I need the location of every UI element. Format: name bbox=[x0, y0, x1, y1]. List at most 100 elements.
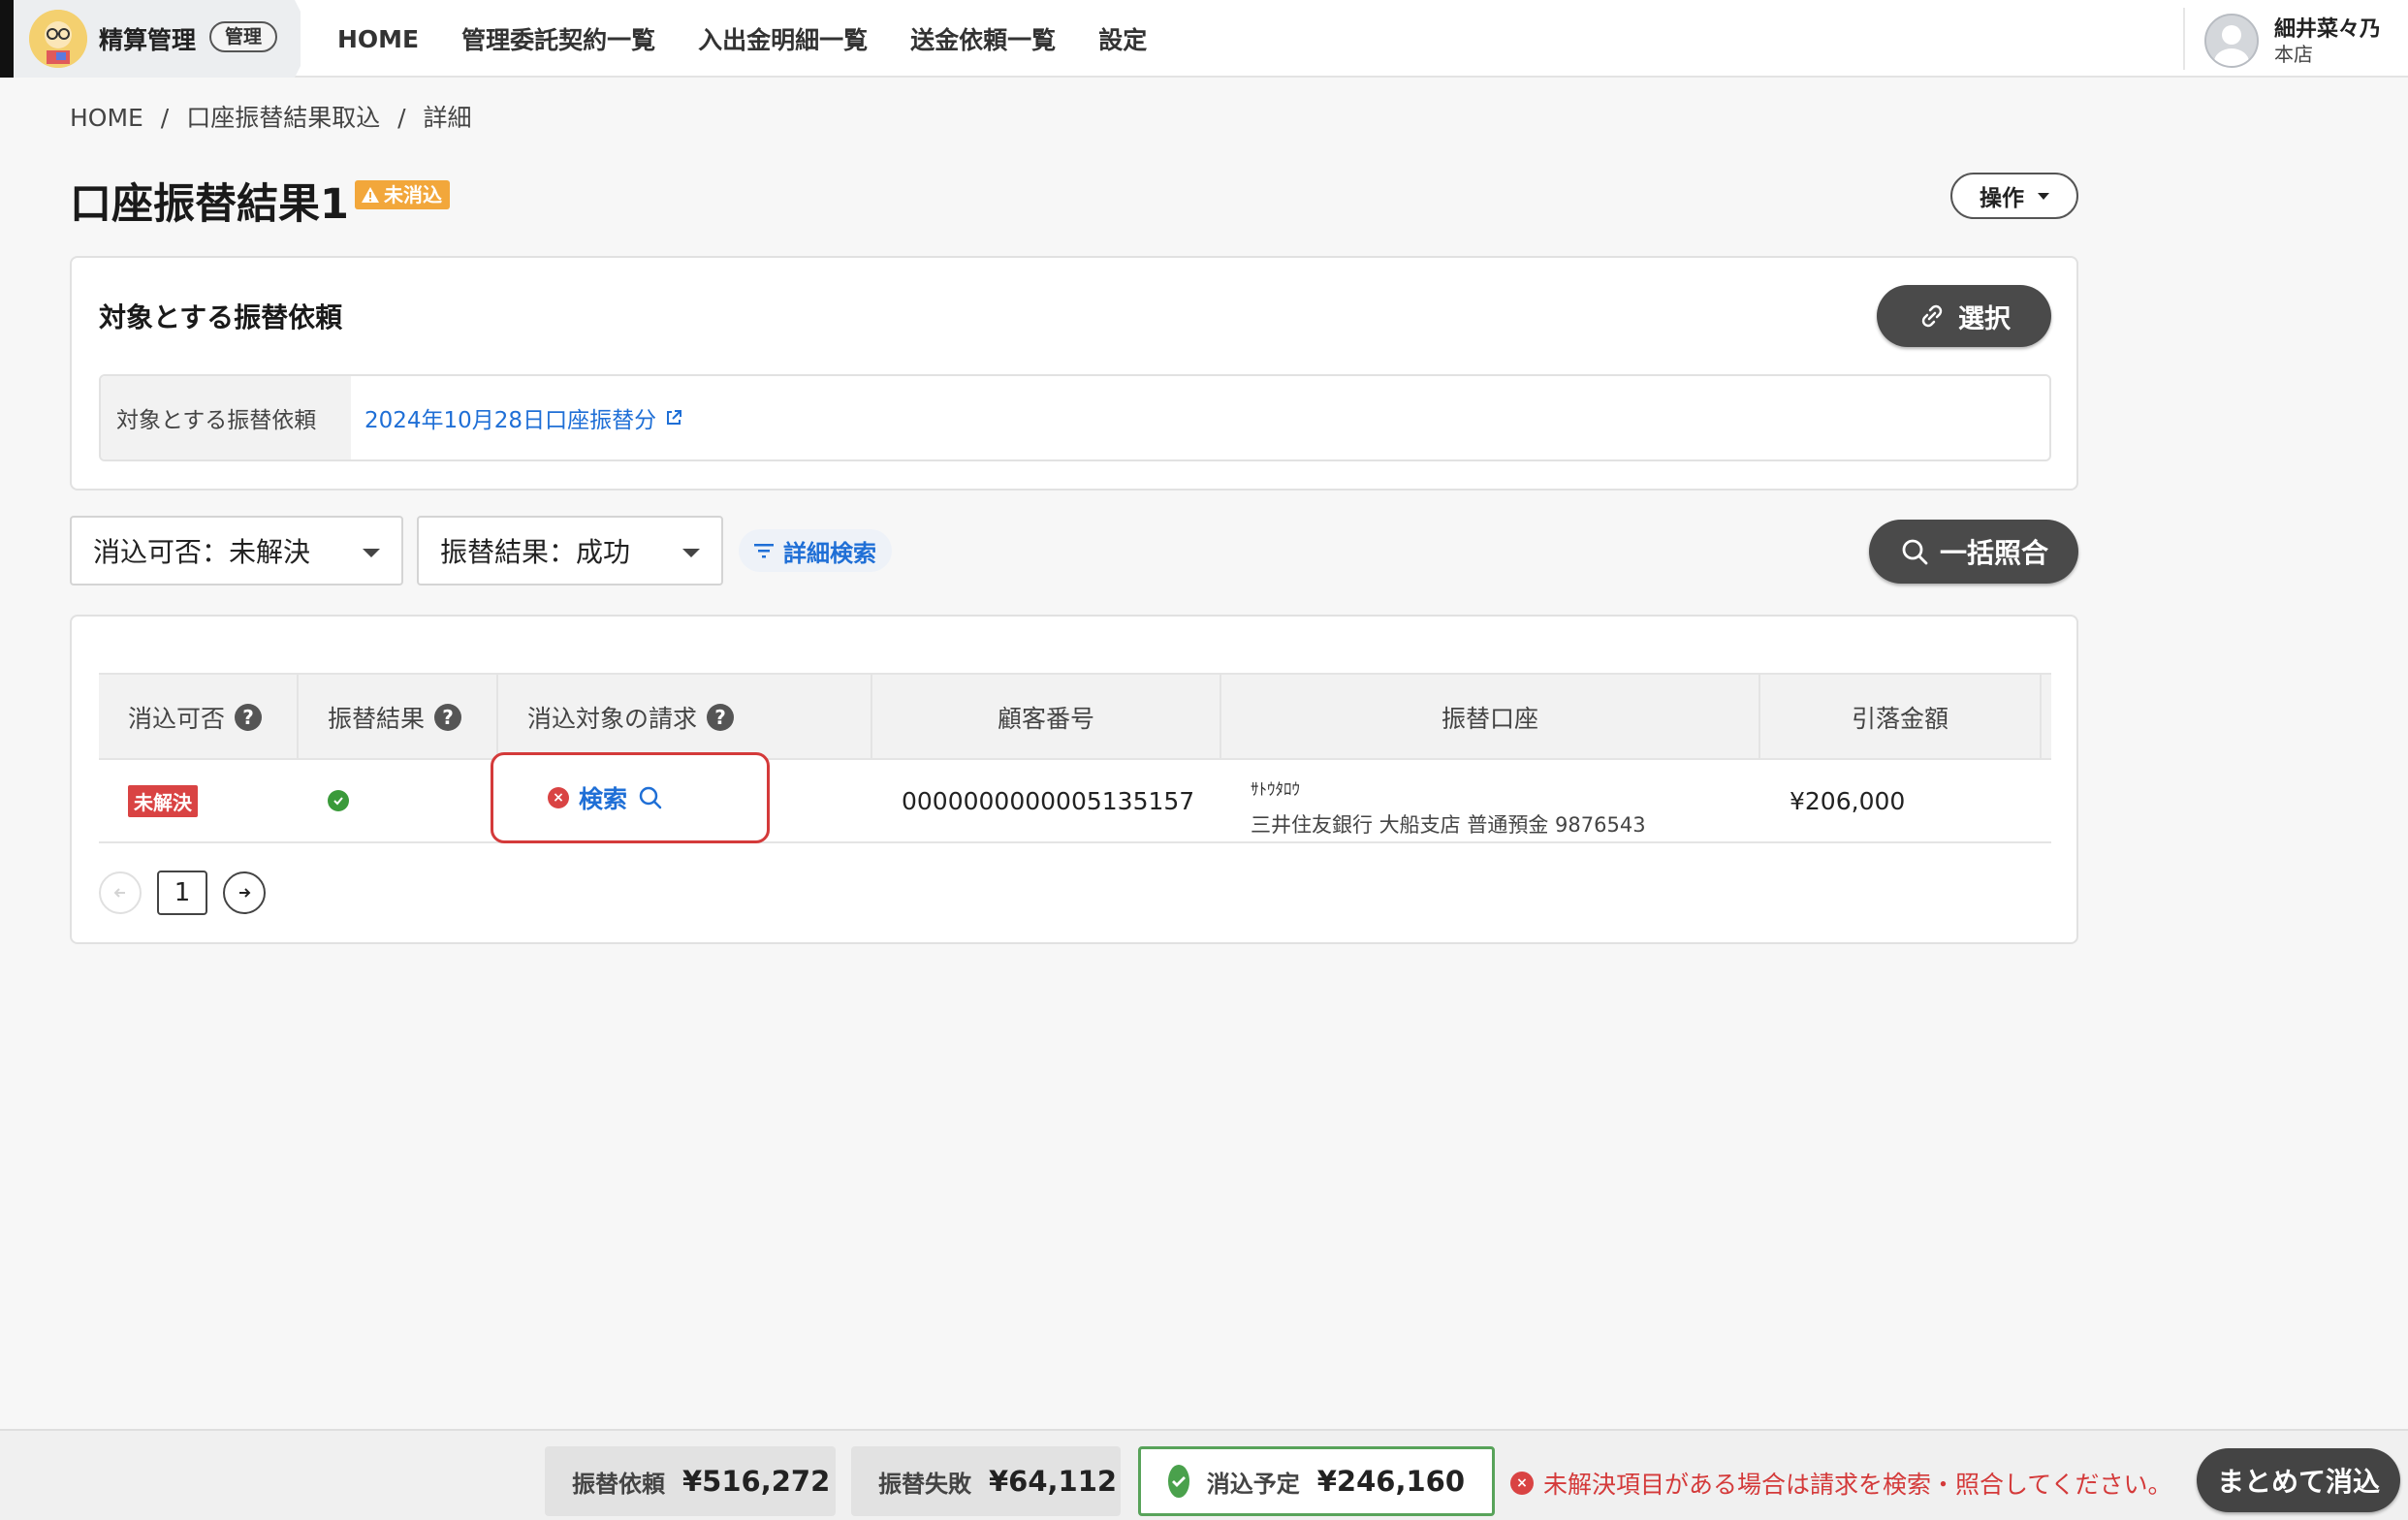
operations-label: 操作 bbox=[1980, 186, 2024, 211]
target-request-label: 対象とする振替依頼 bbox=[101, 376, 351, 459]
filter-icon bbox=[754, 544, 774, 558]
summary-label: 振替依頼 bbox=[572, 1470, 665, 1498]
transfer-result-filter[interactable]: 振替結果：成功 bbox=[417, 516, 723, 586]
summary-label: 消込予定 bbox=[1206, 1470, 1300, 1498]
cell-reconcile-status: 未解決 bbox=[128, 760, 198, 841]
summary-value: ¥516,272 bbox=[682, 1465, 831, 1498]
arrow-left-icon bbox=[113, 888, 125, 898]
bulk-reconcile-button[interactable]: まとめて消込 bbox=[2197, 1448, 2400, 1512]
top-navbar: 精算管理 管理 HOME 管理委託契約一覧 入出金明細一覧 送金依頼一覧 設定 … bbox=[0, 0, 2408, 78]
user-branch: 本店 bbox=[2274, 43, 2313, 66]
column-amount: 引落金額 bbox=[1760, 675, 2042, 760]
help-icon[interactable]: ? bbox=[235, 704, 263, 731]
cell-transfer-result bbox=[328, 760, 349, 841]
operations-button[interactable]: 操作 bbox=[1950, 173, 2078, 219]
chevron-down-icon bbox=[363, 549, 380, 557]
column-reconcile-status: 消込可否 ? bbox=[99, 675, 299, 760]
brand-role-badge: 管理 bbox=[209, 21, 278, 52]
column-label: 振替結果 bbox=[328, 705, 426, 733]
bulk-match-label: 一括照合 bbox=[1939, 537, 2048, 569]
target-request-title: 対象とする振替依頼 bbox=[99, 301, 343, 333]
brand-logo-icon bbox=[29, 10, 87, 68]
summary-transfer-failed: 振替失敗 ¥64,112 bbox=[851, 1446, 1121, 1516]
transfer-result-filter-value: 振替結果：成功 bbox=[440, 536, 631, 568]
help-icon[interactable]: ? bbox=[434, 704, 462, 731]
summary-scheduled-reconcile: 消込予定 ¥246,160 bbox=[1138, 1446, 1495, 1516]
help-icon[interactable]: ? bbox=[707, 704, 735, 731]
nav-management-contracts[interactable]: 管理委託契約一覧 bbox=[461, 21, 655, 56]
status-badge-label: 未消込 bbox=[384, 183, 442, 206]
advanced-search-button[interactable]: 詳細検索 bbox=[739, 529, 892, 572]
table-header: 消込可否 ? 振替結果 ? 消込対象の請求 ? 顧客番号 振替口座 引落金額 bbox=[99, 673, 2051, 760]
column-label: 消込可否 bbox=[128, 705, 226, 733]
breadcrumb: HOME / 口座振替結果取込 / 詳細 bbox=[70, 99, 482, 134]
results-table-card: 消込可否 ? 振替結果 ? 消込対象の請求 ? 顧客番号 振替口座 引落金額 未… bbox=[70, 615, 2078, 944]
user-avatar-icon[interactable] bbox=[2204, 14, 2259, 68]
prev-page-button[interactable] bbox=[99, 871, 142, 914]
warning-icon bbox=[362, 187, 379, 203]
nav-divider bbox=[2183, 8, 2185, 70]
nav-home[interactable]: HOME bbox=[337, 25, 419, 53]
link-icon bbox=[1921, 304, 1943, 328]
nav-edge bbox=[0, 0, 14, 78]
column-label: 振替口座 bbox=[1441, 705, 1538, 733]
invoice-search-link[interactable]: 検索 bbox=[579, 780, 627, 815]
breadcrumb-home[interactable]: HOME bbox=[70, 104, 143, 132]
table-row[interactable]: 未解決 0000000000005135157 ｻﾄｳﾀﾛｳ 三井住友銀行 大船… bbox=[99, 760, 2051, 843]
target-request-link[interactable]: 2024年10月28日口座振替分 bbox=[351, 376, 2049, 459]
page-number-button[interactable]: 1 bbox=[157, 871, 207, 915]
cell-bank-account: ｻﾄｳﾀﾛｳ 三井住友銀行 大船支店 普通預金 9876543 bbox=[1251, 760, 1646, 841]
success-check-icon bbox=[328, 790, 349, 811]
invoice-search-cell[interactable]: × 検索 bbox=[491, 752, 770, 843]
summary-label: 振替失敗 bbox=[878, 1470, 971, 1498]
external-link-icon bbox=[667, 410, 682, 425]
account-bank-details: 三井住友銀行 大船支店 普通預金 9876543 bbox=[1251, 813, 1646, 837]
column-transfer-result: 振替結果 ? bbox=[299, 675, 498, 760]
unresolved-badge: 未解決 bbox=[128, 784, 198, 817]
column-label: 消込対象の請求 bbox=[527, 705, 698, 733]
summary-transfer-requested: 振替依頼 ¥516,272 bbox=[545, 1446, 836, 1516]
reconcile-status-filter[interactable]: 消込可否：未解決 bbox=[70, 516, 403, 586]
advanced-search-label: 詳細検索 bbox=[783, 539, 876, 567]
account-holder-kana: ｻﾄｳﾀﾛｳ bbox=[1251, 780, 1300, 800]
brand-title: 精算管理 bbox=[99, 26, 197, 54]
column-label: 引落金額 bbox=[1851, 705, 1949, 733]
next-page-button[interactable] bbox=[223, 871, 266, 914]
column-customer-number: 顧客番号 bbox=[872, 675, 1221, 760]
summary-value: ¥64,112 bbox=[989, 1465, 1118, 1498]
summary-footer: 振替依頼 ¥516,272 振替失敗 ¥64,112 消込予定 ¥246,160… bbox=[0, 1429, 2408, 1520]
unresolved-warning-message: × 未解決項目がある場合は請求を検索・照合してください。 bbox=[1510, 1466, 2172, 1501]
arrow-right-icon bbox=[239, 888, 251, 898]
select-label: 選択 bbox=[1958, 303, 2011, 334]
nav-settings[interactable]: 設定 bbox=[1098, 21, 1147, 56]
summary-value: ¥246,160 bbox=[1316, 1465, 1465, 1498]
column-label: 顧客番号 bbox=[997, 705, 1094, 733]
target-request-field: 対象とする振替依頼 2024年10月28日口座振替分 bbox=[99, 374, 2051, 461]
check-circle-icon bbox=[1168, 1465, 1189, 1498]
nav-transactions[interactable]: 入出金明細一覧 bbox=[698, 21, 868, 56]
breadcrumb-separator: / bbox=[397, 104, 406, 132]
pagination: 1 bbox=[99, 871, 266, 915]
breadcrumb-separator: / bbox=[160, 104, 170, 132]
brand-area[interactable]: 精算管理 管理 bbox=[14, 0, 301, 78]
page-title: 口座振替結果1 bbox=[70, 180, 349, 229]
bulk-match-button[interactable]: 一括照合 bbox=[1869, 520, 2078, 584]
breadcrumb-current: 詳細 bbox=[423, 104, 472, 132]
column-target-invoice: 消込対象の請求 ? bbox=[498, 675, 872, 760]
warning-message-text: 未解決項目がある場合は請求を検索・照合してください。 bbox=[1543, 1471, 2172, 1499]
target-request-value[interactable]: 2024年10月28日口座振替分 bbox=[364, 401, 656, 434]
status-badge: 未消込 bbox=[355, 180, 450, 209]
cell-customer-number: 0000000000005135157 bbox=[902, 786, 1195, 815]
reconcile-status-filter-value: 消込可否：未解決 bbox=[93, 536, 311, 568]
chevron-down-icon bbox=[682, 549, 700, 557]
nav-remittance-requests[interactable]: 送金依頼一覧 bbox=[910, 21, 1056, 56]
target-request-card: 対象とする振替依頼 選択 対象とする振替依頼 2024年10月28日口座振替分 bbox=[70, 256, 2078, 491]
search-icon[interactable] bbox=[637, 784, 664, 811]
error-x-icon: × bbox=[1510, 1472, 1534, 1495]
breadcrumb-import[interactable]: 口座振替結果取込 bbox=[186, 104, 380, 132]
cell-amount: ¥206,000 bbox=[1790, 786, 1906, 815]
caret-down-icon bbox=[2038, 192, 2049, 200]
nav-links: HOME 管理委託契約一覧 入出金明細一覧 送金依頼一覧 設定 bbox=[337, 0, 1147, 78]
select-button[interactable]: 選択 bbox=[1877, 285, 2051, 347]
error-x-icon: × bbox=[548, 787, 569, 808]
